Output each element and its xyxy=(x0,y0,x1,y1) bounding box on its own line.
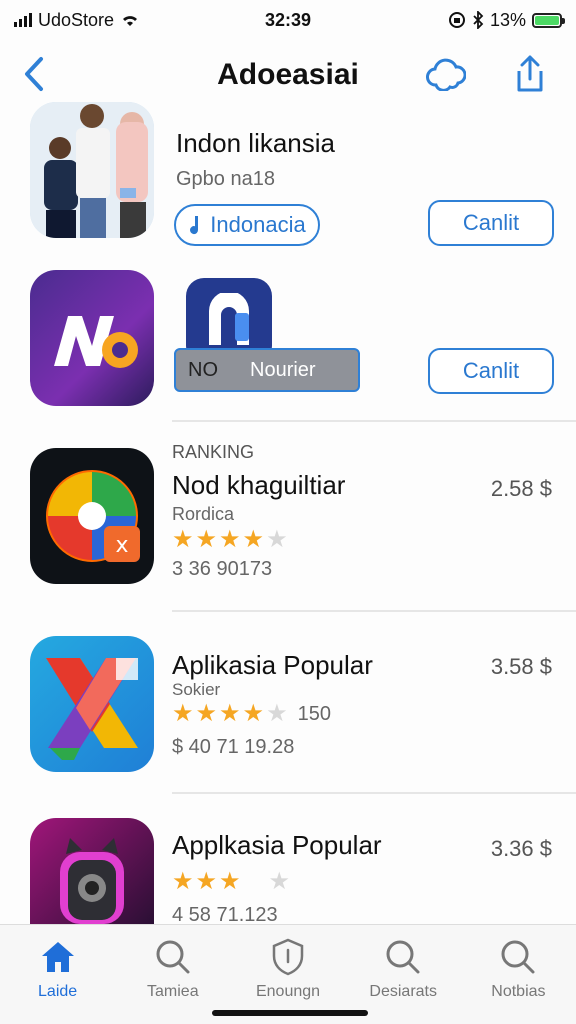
nav-bar: Adoeasiai xyxy=(0,44,576,104)
svg-text:x: x xyxy=(115,533,128,558)
ranking-price-2: 3.58 $ xyxy=(490,654,552,679)
rating-count-2: 150 xyxy=(297,703,331,725)
nourier-overlay[interactable]: NO Nourier xyxy=(174,348,360,392)
get-button-1[interactable]: Canlit xyxy=(428,200,554,246)
app-icon-photo[interactable] xyxy=(30,102,154,238)
app-icon-wheel: x xyxy=(30,448,154,584)
ranking-price-3: 3.36 $ xyxy=(490,836,552,861)
indonesia-tag-button[interactable]: Indonacia xyxy=(174,204,320,246)
status-right: 13% xyxy=(372,9,565,31)
star-icon: ★ xyxy=(219,700,241,727)
status-left: UdoStore xyxy=(14,10,204,31)
app-icon-camera xyxy=(30,818,154,924)
home-icon xyxy=(41,942,74,972)
battery-percent: 13% xyxy=(489,9,526,30)
tab-notbias[interactable]: Notbias xyxy=(461,925,576,1024)
bluetooth-icon xyxy=(473,11,484,29)
tab-laide[interactable]: Laide xyxy=(0,925,115,1024)
app-icon-x xyxy=(30,636,154,772)
tab-label: Notbias xyxy=(491,983,546,1000)
indonesia-tag-label: Indonacia xyxy=(210,212,306,237)
cloud-button[interactable] xyxy=(426,54,466,94)
rating-stars-2: ★ ★ ★ ★ ★ 150 xyxy=(172,702,331,726)
featured-row-1: Indon likansia Gpbo na18 Indonacia Canli… xyxy=(0,102,576,252)
ranking-subtitle-1: Rordica xyxy=(172,504,235,524)
music-note-icon xyxy=(190,216,199,235)
share-icon xyxy=(517,55,543,92)
overlay-label-left: NO xyxy=(188,358,218,381)
tab-bar: Laide Tamiea Enoungn Desiarats Notbias xyxy=(0,924,576,1024)
ranking-title-1: Nod khaguiltiar xyxy=(172,470,346,500)
search-icon xyxy=(156,940,190,974)
overlay-label-right: Nourier xyxy=(250,358,316,381)
star-icon: ★ xyxy=(172,868,194,895)
star-icon: ★ xyxy=(172,700,194,727)
search-icon xyxy=(501,940,535,974)
star-icon: ★ xyxy=(195,868,218,895)
search-icon xyxy=(386,940,420,974)
camera-cat-icon xyxy=(60,838,124,924)
ranking-label: RANKING xyxy=(172,442,255,462)
star-icon: ★ xyxy=(242,700,265,727)
battery-icon xyxy=(532,12,565,28)
ranking-price-1: 2.58 $ xyxy=(490,476,552,501)
divider-3 xyxy=(172,792,576,794)
divider-1 xyxy=(172,420,576,422)
ranking-meta-1: 3 36 90173 xyxy=(172,558,273,580)
ranking-row-1[interactable]: x RANKING Nod khaguiltiar Rordica ★ ★ ★ … xyxy=(0,440,576,600)
get-button-2[interactable]: Canlit xyxy=(428,348,554,394)
divider-2 xyxy=(172,610,576,612)
tab-label: Desiarats xyxy=(369,983,437,1000)
rating-stars-1: ★ ★ ★ ★ ★ xyxy=(172,528,288,552)
no-logo-icon xyxy=(54,316,138,368)
carrier-label: UdoStore xyxy=(38,9,115,30)
star-empty-icon: ★ xyxy=(268,868,291,895)
cloud-icon xyxy=(426,58,466,91)
star-icon: ★ xyxy=(195,526,218,553)
star-icon: ★ xyxy=(219,526,241,553)
rainbow-x-icon xyxy=(46,658,138,760)
ranking-title-3: Applkasia Popular xyxy=(172,830,382,860)
shield-icon xyxy=(272,938,304,976)
tab-label: Enoungn xyxy=(255,983,321,1000)
tab-label: Tamiea xyxy=(147,983,199,1000)
ranking-subtitle-2: Sokier xyxy=(172,680,221,699)
lock-rotation-icon xyxy=(448,12,465,28)
ranking-title-2: Aplikasia Popular xyxy=(172,650,373,680)
door-icon xyxy=(209,293,249,345)
featured-row-2: NO Nourier Canlit xyxy=(0,270,576,410)
ranking-row-2[interactable]: Aplikasia Popular Sokier ★ ★ ★ ★ ★ 150 $… xyxy=(0,630,576,790)
ranking-row-3[interactable]: Applkasia Popular ★ ★ ★ ★ 4 58 71.123 3.… xyxy=(0,816,576,926)
featured-title: Indon likansia xyxy=(176,128,335,158)
star-icon: ★ xyxy=(172,526,194,553)
star-half-icon: ★ xyxy=(266,700,288,727)
status-bar: UdoStore 32:39 13% xyxy=(0,0,576,40)
wifi-icon xyxy=(123,16,138,26)
color-wheel-icon: x xyxy=(46,470,140,562)
people-photo-icon xyxy=(30,102,154,238)
signal-icon xyxy=(14,13,32,27)
star-half-icon: ★ xyxy=(266,526,288,553)
share-button[interactable] xyxy=(510,54,550,94)
star-icon: ★ xyxy=(219,868,241,895)
star-icon: ★ xyxy=(195,700,218,727)
status-time: 32:39 xyxy=(264,9,312,30)
featured-subtitle: Gpbo na18 xyxy=(176,168,275,190)
home-indicator[interactable] xyxy=(212,1010,368,1016)
ranking-meta-2: $ 40 71 19.28 xyxy=(172,736,295,758)
tab-label: Laide xyxy=(38,983,78,1000)
star-icon: ★ xyxy=(242,526,265,553)
app-icon-no[interactable] xyxy=(30,270,154,406)
rating-stars-3: ★ ★ ★ ★ xyxy=(172,870,290,894)
